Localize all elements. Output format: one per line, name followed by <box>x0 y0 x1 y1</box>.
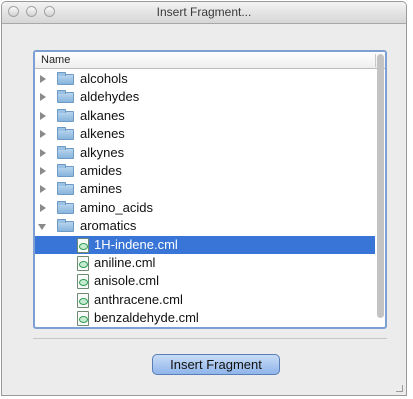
tree-row-label: aniline.cml <box>94 254 156 270</box>
insert-fragment-window: Insert Fragment... Name alcohols aldehyde… <box>1 1 407 396</box>
folder-icon <box>57 219 74 233</box>
tree-row-folder[interactable]: alkynes <box>35 144 375 162</box>
cml-file-icon <box>77 274 89 290</box>
tree-row-file[interactable]: anisole.cml <box>35 272 375 290</box>
tree-row-folder[interactable]: aldehydes <box>35 88 375 106</box>
disclosure-triangle-right-icon[interactable] <box>40 130 46 139</box>
tree-row-folder[interactable]: alcohols <box>35 70 375 88</box>
disclosure-triangle-right-icon[interactable] <box>40 93 46 102</box>
tree-row-label: alkenes <box>80 126 125 142</box>
tree-row-file[interactable]: aniline.cml <box>35 254 375 272</box>
resize-grip-icon[interactable] <box>396 385 403 392</box>
fragment-tree[interactable]: Name alcohols aldehydes alkanes alkenes alky… <box>33 50 387 329</box>
cml-file-icon <box>77 311 89 327</box>
tree-row-folder[interactable]: alkenes <box>35 125 375 143</box>
tree-row-label: aromatics <box>80 218 137 234</box>
vertical-scrollbar[interactable] <box>377 54 384 325</box>
tree-row-label: 1H-indene.cml <box>94 236 178 252</box>
tree-row-folder[interactable]: amines <box>35 180 375 198</box>
disclosure-triangle-right-icon[interactable] <box>40 148 46 157</box>
tree-row-label: amines <box>80 181 122 197</box>
disclosure-triangle-down-icon[interactable] <box>38 224 46 231</box>
tree-row-folder[interactable]: amino_acids <box>35 199 375 217</box>
separator <box>33 338 387 339</box>
tree-row-folder[interactable]: amides <box>35 162 375 180</box>
disclosure-triangle-right-icon[interactable] <box>40 166 46 175</box>
name-column-header[interactable]: Name <box>35 52 385 69</box>
cml-file-icon <box>77 292 89 308</box>
tree-row-file[interactable]: anthracene.cml <box>35 291 375 309</box>
tree-row-folder[interactable]: alkanes <box>35 107 375 125</box>
cml-file-icon <box>77 255 89 271</box>
tree-row-label: aldehydes <box>80 89 140 105</box>
tree-row-label: alcohols <box>80 71 128 86</box>
tree-row-label: benzaldehyde.cml <box>94 310 199 326</box>
disclosure-triangle-right-icon[interactable] <box>40 203 46 212</box>
tree-row-label: alkynes <box>80 144 125 160</box>
tree-rows: alcohols aldehydes alkanes alkenes alkynes am… <box>35 70 375 327</box>
scrollbar-thumb[interactable] <box>377 54 384 318</box>
folder-icon <box>57 90 74 104</box>
title-bar[interactable]: Insert Fragment... <box>2 2 406 24</box>
folder-icon <box>57 145 74 159</box>
tree-row-label: amino_acids <box>80 199 153 215</box>
tree-row-file[interactable]: 1H-indene.cml <box>35 235 375 254</box>
tree-row-folder[interactable]: aromatics <box>35 217 375 235</box>
folder-icon <box>57 200 74 214</box>
disclosure-triangle-right-icon[interactable] <box>40 75 46 83</box>
folder-icon <box>57 108 74 122</box>
folder-icon <box>57 127 74 141</box>
folder-icon <box>57 182 74 196</box>
tree-row-label: alkanes <box>80 107 125 123</box>
disclosure-triangle-right-icon[interactable] <box>40 111 46 120</box>
folder-icon <box>57 72 74 85</box>
insert-fragment-button[interactable]: Insert Fragment <box>152 354 280 375</box>
tree-row-file[interactable]: benzaldehyde.cml <box>35 309 375 327</box>
tree-row-label: anthracene.cml <box>94 291 183 307</box>
window-title: Insert Fragment... <box>156 5 252 19</box>
cml-file-icon <box>77 237 89 253</box>
tree-row-label: amides <box>80 162 122 178</box>
tree-row-label: anisole.cml <box>94 273 160 289</box>
folder-icon <box>57 163 74 177</box>
disclosure-triangle-right-icon[interactable] <box>40 185 46 194</box>
